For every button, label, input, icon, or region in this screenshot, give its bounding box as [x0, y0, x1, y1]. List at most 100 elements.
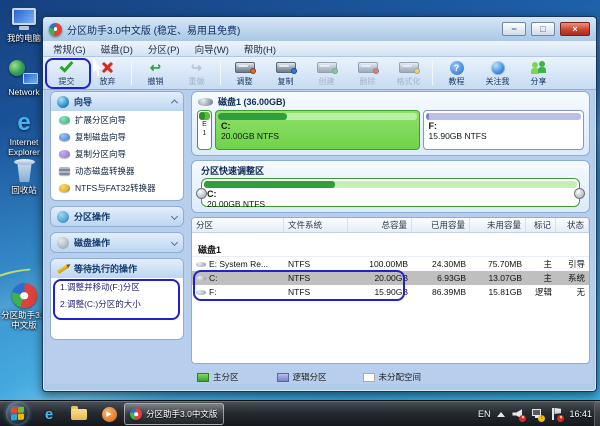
taskbar-internet-explorer-button[interactable]: e: [40, 405, 58, 423]
partition-block-c[interactable]: C: 20.00GB NTFS: [215, 110, 420, 150]
tray-expand-icon[interactable]: [497, 411, 506, 417]
window-content: 向导 扩展分区向导 复制磁盘向导 复制分区向导 动态磁盘转换器 NTFS与FAT…: [46, 90, 593, 384]
undo-button[interactable]: ↩ 撤销: [135, 59, 176, 87]
legend: 主分区 逻辑分区 未分配空间: [193, 370, 421, 384]
network-icon[interactable]: !: [531, 408, 546, 422]
language-indicator[interactable]: EN: [478, 409, 491, 419]
desktop-icon-label: Network: [8, 87, 40, 97]
chevron-down-icon[interactable]: [170, 212, 179, 221]
sidebar-item-dynamic-disk-converter[interactable]: 动态磁盘转换器: [51, 162, 183, 179]
wizards-panel-header[interactable]: 向导: [51, 92, 183, 111]
taskbar-explorer-button[interactable]: [70, 405, 88, 423]
copy-button[interactable]: 复制: [265, 59, 306, 87]
app-icon: [130, 408, 142, 420]
submit-button[interactable]: 提交: [46, 58, 87, 87]
partition-ops-panel: 分区操作: [50, 206, 184, 227]
desktop-icon-internet-explorer[interactable]: e Internet Explorer: [1, 110, 47, 158]
right-resize-handle[interactable]: [574, 187, 585, 199]
clock[interactable]: 16:41: [569, 409, 592, 419]
copy-disk-wizard-icon: [59, 132, 70, 141]
primary-partition-swatch: [197, 372, 209, 382]
sidebar-item-copy-disk-wizard[interactable]: 复制磁盘向导: [51, 128, 183, 145]
table-header-row: 分区 文件系统 总容量 已用容量 未用容量 标记 状态: [192, 218, 589, 233]
left-resize-handle[interactable]: [196, 187, 207, 199]
sidebar-item-ntfs-fat32-converter[interactable]: NTFS与FAT32转换器: [51, 179, 183, 196]
chevron-down-icon[interactable]: [170, 238, 179, 247]
taskbar-app-button[interactable]: 分区助手3.0中文版 (...: [124, 403, 224, 425]
pending-operation-1[interactable]: 1.调整并移动(F:)分区: [51, 278, 183, 295]
chevron-up-icon[interactable]: [170, 99, 179, 107]
internet-explorer-icon: e: [17, 109, 31, 136]
legend-primary-label: 主分区: [213, 372, 239, 382]
network-icon: [9, 60, 39, 86]
show-desktop-button[interactable]: [594, 401, 600, 426]
partition-icon: [196, 290, 206, 296]
dynamic-disk-converter-icon: [59, 166, 70, 175]
disk-ops-header[interactable]: 磁盘操作: [51, 233, 183, 252]
partition-block-f[interactable]: F: 15.90GB NTFS: [422, 110, 584, 150]
disk-ops-icon: [57, 236, 69, 249]
windows-logo-icon: [11, 406, 24, 421]
table-row-f[interactable]: F: NTFS 15.90GB 86.39MB 15.81GB 逻辑 无: [192, 285, 589, 299]
copy-partition-wizard-icon: [59, 149, 70, 158]
redo-button: ↪ 重做: [188, 60, 205, 86]
follow-me-button[interactable]: 关注我: [477, 59, 518, 87]
folder-icon: [71, 405, 87, 420]
close-button[interactable]: ×: [560, 22, 590, 36]
share-button[interactable]: 分享: [518, 59, 559, 87]
drive-delete-icon: [357, 62, 379, 74]
sidebar: 向导 扩展分区向导 复制磁盘向导 复制分区向导 动态磁盘转换器 NTFS与FAT…: [48, 90, 188, 384]
pending-operations-panel: 等待执行的操作 1.调整并移动(F:)分区 2.调整(C:)分区的大小: [50, 258, 184, 340]
question-icon: ?: [449, 60, 464, 75]
partition-icon: [196, 276, 206, 282]
x-icon: [101, 61, 114, 74]
format-button: 格式化: [388, 59, 429, 87]
partition-ops-header[interactable]: 分区操作: [51, 207, 183, 226]
quick-adjust-bar[interactable]: C: 20.00GB NTFS: [196, 178, 585, 209]
pencil-icon: [56, 263, 70, 274]
delete-button: 删除: [347, 59, 388, 87]
menu-wizard[interactable]: 向导(W): [195, 42, 229, 56]
menu-general[interactable]: 常规(G): [53, 42, 86, 56]
sidebar-item-extend-partition-wizard[interactable]: 扩展分区向导: [51, 111, 183, 128]
start-button[interactable]: [6, 402, 29, 425]
disk-icon: [198, 97, 213, 106]
desktop-icon-my-computer[interactable]: 我的电脑: [1, 6, 47, 44]
taskbar-media-player-button[interactable]: ▶: [100, 405, 118, 423]
taskbar: e ▶ 分区助手3.0中文版 (... EN × ! × 16:41: [0, 400, 600, 426]
disk-group-row: 磁盘1: [192, 241, 589, 257]
volume-icon[interactable]: ×: [512, 408, 527, 422]
maximize-button[interactable]: □: [531, 22, 555, 36]
table-row-e[interactable]: E: System Re... NTFS 100.00MB 24.30MB 75…: [192, 257, 589, 271]
desktop-icon-network[interactable]: Network: [1, 60, 47, 98]
tutorial-button[interactable]: ? 教程: [436, 59, 477, 87]
title-bar[interactable]: 分区助手3.0中文版 (稳定、易用且免费) − □ ×: [43, 17, 596, 41]
check-icon: [59, 58, 74, 73]
system-tray: EN × ! × 16:41: [478, 401, 592, 426]
minimize-button[interactable]: −: [502, 22, 526, 36]
desktop-icon-label: 回收站: [11, 185, 37, 195]
menu-help[interactable]: 帮助(H): [244, 42, 276, 56]
drive-create-icon: [316, 62, 338, 74]
partition-assistant-icon: [9, 283, 39, 309]
legend-unallocated-label: 未分配空间: [378, 372, 422, 382]
pending-operations-header: 等待执行的操作: [51, 259, 183, 278]
undo-icon: ↩: [150, 60, 161, 75]
action-center-flag-icon[interactable]: ×: [550, 408, 565, 422]
table-row-c[interactable]: C: NTFS 20.00GB 6.93GB 13.07GB 主 系统: [192, 271, 589, 285]
unallocated-swatch: [362, 372, 375, 382]
sidebar-item-copy-partition-wizard[interactable]: 复制分区向导: [51, 145, 183, 162]
redo-icon: ↪: [191, 60, 202, 75]
legend-logical-label: 逻辑分区: [292, 372, 327, 382]
menu-partition[interactable]: 分区(P): [148, 42, 180, 56]
partition-block-e[interactable]: E 1: [197, 110, 212, 150]
desktop-icon-label: 我的电脑: [6, 33, 41, 43]
pending-operation-2[interactable]: 2.调整(C:)分区的大小: [51, 295, 183, 312]
resize-button[interactable]: 调整: [224, 59, 265, 87]
desktop-icon-partition-assistant[interactable]: 分区助手3.0中文版: [1, 283, 47, 331]
desktop-icon-recycle-bin[interactable]: 回收站: [1, 158, 47, 196]
menu-disk[interactable]: 磁盘(D): [101, 42, 133, 56]
partition-table-panel: 分区 文件系统 总容量 已用容量 未用容量 标记 状态 磁盘1 E: Syste…: [191, 217, 590, 364]
wizards-panel: 向导 扩展分区向导 复制磁盘向导 复制分区向导 动态磁盘转换器 NTFS与FAT…: [50, 91, 184, 201]
disk-ops-panel: 磁盘操作: [50, 232, 184, 253]
